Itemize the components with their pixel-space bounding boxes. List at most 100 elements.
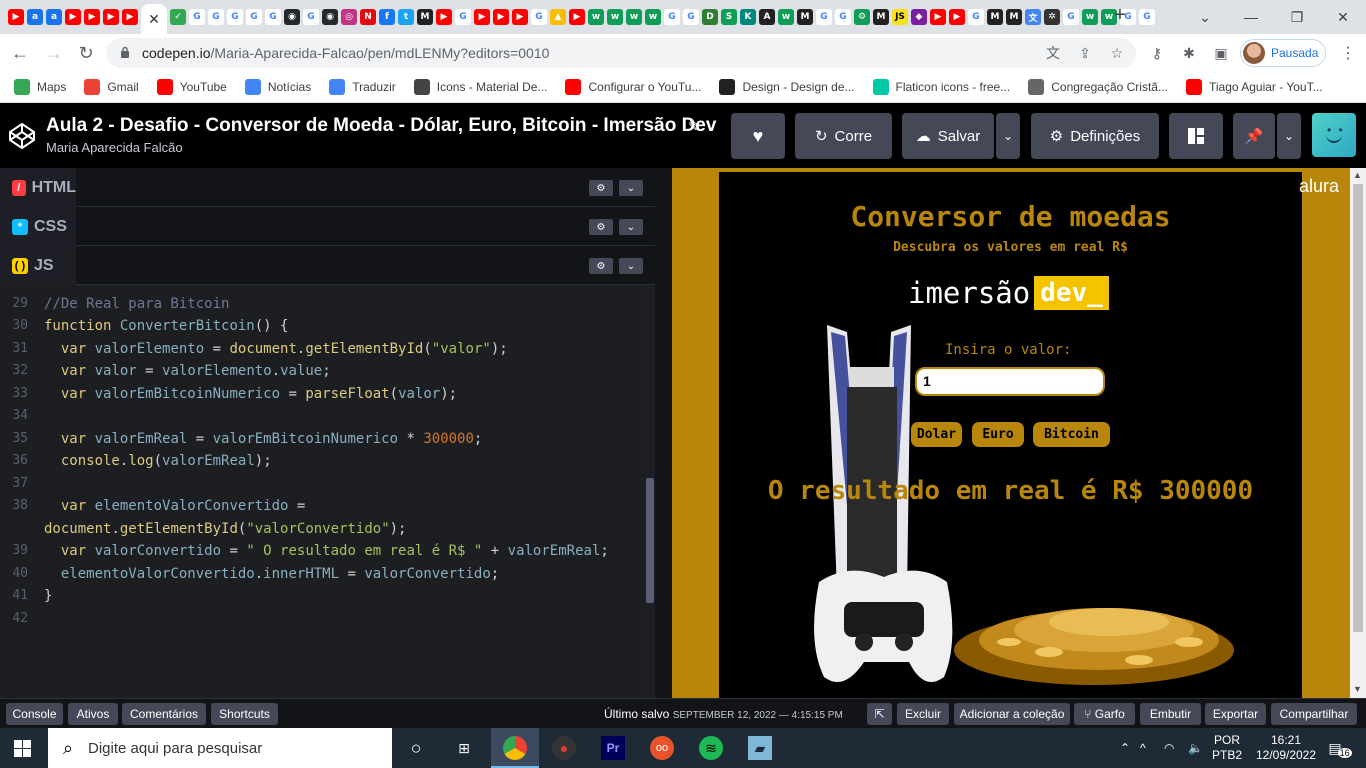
tab-google-icon[interactable]: G xyxy=(531,9,547,25)
tab-google-icon[interactable]: G xyxy=(1139,9,1155,25)
code-line[interactable]: elementoValorConvertido.innerHTML = valo… xyxy=(44,566,499,582)
tab-search-icon[interactable]: ⌄ xyxy=(1182,0,1228,34)
js-tab[interactable]: ( ) JS xyxy=(0,246,76,285)
tab-google-icon[interactable]: G xyxy=(246,9,262,25)
html-settings-icon[interactable]: ⚙ xyxy=(589,180,613,196)
comments-button[interactable]: Comentários xyxy=(122,703,206,725)
value-input[interactable]: 1 xyxy=(915,367,1105,396)
tab-github-icon[interactable]: ◉ xyxy=(322,9,338,25)
bookmark-item[interactable]: Tiago Aguiar - YouT... xyxy=(1185,79,1323,95)
like-button[interactable]: ♥ xyxy=(731,113,785,159)
edit-pencil-icon[interactable]: ✎ xyxy=(688,117,701,137)
tab-drive-icon[interactable]: ▲ xyxy=(550,9,566,25)
tab-youtube-icon[interactable]: ▶ xyxy=(65,9,81,25)
bookmark-item[interactable]: Gmail xyxy=(84,79,139,95)
run-button[interactable]: ↻ Corre xyxy=(795,113,892,159)
html-collapse-icon[interactable]: ⌄ xyxy=(619,180,643,196)
minimize-icon[interactable]: — xyxy=(1228,0,1274,34)
css-settings-icon[interactable]: ⚙ xyxy=(589,219,613,235)
editor-scrollbar[interactable] xyxy=(645,285,655,698)
tab-google-icon[interactable]: G xyxy=(208,9,224,25)
js-collapse-icon[interactable]: ⌄ xyxy=(619,258,643,274)
address-bar[interactable]: codepen.io/Maria-Aparecida-Falcao/pen/md… xyxy=(106,38,1136,68)
tray-up-icon[interactable]: ^ xyxy=(1140,728,1154,768)
back-arrow-icon[interactable]: ← xyxy=(10,43,30,63)
code-line[interactable]: //De Real para Bitcoin xyxy=(44,296,229,312)
bookmark-item[interactable]: Icons - Material De... xyxy=(413,79,547,95)
reload-icon[interactable]: ↻ xyxy=(76,43,96,63)
tab-w-icon[interactable]: w xyxy=(588,9,604,25)
windows-start-icon[interactable] xyxy=(14,740,31,757)
code-line[interactable]: var valorConvertido = " O resultado em r… xyxy=(44,543,609,559)
tab-google-icon[interactable]: G xyxy=(189,9,205,25)
css-collapse-icon[interactable]: ⌄ xyxy=(619,219,643,235)
tab-youtube-icon[interactable]: ▶ xyxy=(512,9,528,25)
restore-icon[interactable]: ❐ xyxy=(1274,0,1320,34)
task-view-icon[interactable]: ⊞ xyxy=(452,736,476,760)
tab-a-icon[interactable]: a xyxy=(27,9,43,25)
bitcoin-button[interactable]: Bitcoin xyxy=(1033,422,1110,447)
tab-youtube-icon[interactable]: ▶ xyxy=(84,9,100,25)
bookmark-item[interactable]: Configurar o YouTu... xyxy=(565,79,701,95)
wifi-icon[interactable]: ◠ xyxy=(1164,728,1180,768)
tab-netflix-icon[interactable]: N xyxy=(360,9,376,25)
forward-arrow-icon[interactable]: → xyxy=(44,43,64,63)
euro-button[interactable]: Euro xyxy=(972,422,1024,447)
clock[interactable]: 16:21 12/09/2022 xyxy=(1256,728,1316,768)
tab-js-icon[interactable]: JS xyxy=(892,9,908,25)
layout-button[interactable] xyxy=(1169,113,1223,159)
pin-options-button[interactable]: ⌄ xyxy=(1277,113,1301,159)
browser-menu-icon[interactable]: ⋮ xyxy=(1340,43,1356,63)
embed-button[interactable]: Embutir xyxy=(1140,703,1201,725)
shortcuts-button[interactable]: Shortcuts xyxy=(211,703,278,725)
tab-youtube-icon[interactable]: ▶ xyxy=(8,9,24,25)
bookmark-item[interactable]: YouTube xyxy=(156,79,227,95)
key-icon[interactable]: ⚷ xyxy=(1148,44,1166,62)
console-button[interactable]: Console xyxy=(6,703,63,725)
tab-medium-icon[interactable]: M xyxy=(1006,9,1022,25)
assets-button[interactable]: Ativos xyxy=(68,703,118,725)
tab-twitter-icon[interactable]: t xyxy=(398,9,414,25)
tab-a-icon[interactable]: a xyxy=(46,9,62,25)
chrome-icon[interactable] xyxy=(503,736,527,760)
tab-youtube-icon[interactable]: ▶ xyxy=(493,9,509,25)
code-line[interactable]: } xyxy=(44,588,52,604)
cortana-icon[interactable]: ○ xyxy=(404,736,428,760)
bookmark-item[interactable]: Notícias xyxy=(244,79,311,95)
side-panel-icon[interactable]: ▣ xyxy=(1212,44,1230,62)
js-editor-bar[interactable]: ( ) JS ⚙ ⌄ xyxy=(0,246,655,285)
preview-scroll-thumb[interactable] xyxy=(1353,184,1363,632)
tab-w-icon[interactable]: w xyxy=(1082,9,1098,25)
save-options-button[interactable]: ⌄ xyxy=(996,113,1020,159)
dolar-button[interactable]: Dolar xyxy=(911,422,962,447)
tab-w-icon[interactable]: w xyxy=(607,9,623,25)
volume-icon[interactable]: 🔈 xyxy=(1188,728,1204,768)
tab-translate-icon[interactable]: 文 xyxy=(1025,9,1041,25)
settings-button[interactable]: ⚙ Definições xyxy=(1031,113,1159,159)
tab-w-icon[interactable]: w xyxy=(626,9,642,25)
tab-a-icon[interactable]: A xyxy=(759,9,775,25)
pen-author[interactable]: Maria Aparecida Falcão xyxy=(46,140,183,155)
tab-google-icon[interactable]: G xyxy=(683,9,699,25)
tab-openai-icon[interactable]: ✲ xyxy=(1044,9,1060,25)
bookmark-item[interactable]: Maps xyxy=(14,79,66,95)
tab-close-icon[interactable]: ✕ xyxy=(141,4,167,34)
user-avatar[interactable] xyxy=(1312,113,1356,157)
bookmark-item[interactable]: Congregação Cristã... xyxy=(1028,79,1168,95)
codepen-logo-icon[interactable] xyxy=(8,122,36,150)
tab-youtube-icon[interactable]: ▶ xyxy=(930,9,946,25)
tab-w-icon[interactable]: w xyxy=(645,9,661,25)
code-line[interactable]: var valorEmReal = valorEmBitcoinNumerico… xyxy=(44,431,483,447)
code-line[interactable]: console.log(valorEmReal); xyxy=(44,453,272,469)
css-tab[interactable]: * CSS xyxy=(0,207,76,246)
scroll-down-icon[interactable]: ▼ xyxy=(1353,684,1362,694)
profile-button[interactable]: Pausada xyxy=(1240,39,1326,67)
export-button[interactable]: Exportar xyxy=(1205,703,1266,725)
tab-google-icon[interactable]: G xyxy=(1063,9,1079,25)
tab-w-icon[interactable]: w xyxy=(778,9,794,25)
delete-button[interactable]: Excluir xyxy=(897,703,949,725)
tab-youtube-icon[interactable]: ▶ xyxy=(474,9,490,25)
tray-expand-icon[interactable]: ⌃ xyxy=(1120,728,1132,768)
js-settings-icon[interactable]: ⚙ xyxy=(589,258,613,274)
tab-gear-icon[interactable]: ⚙ xyxy=(854,9,870,25)
